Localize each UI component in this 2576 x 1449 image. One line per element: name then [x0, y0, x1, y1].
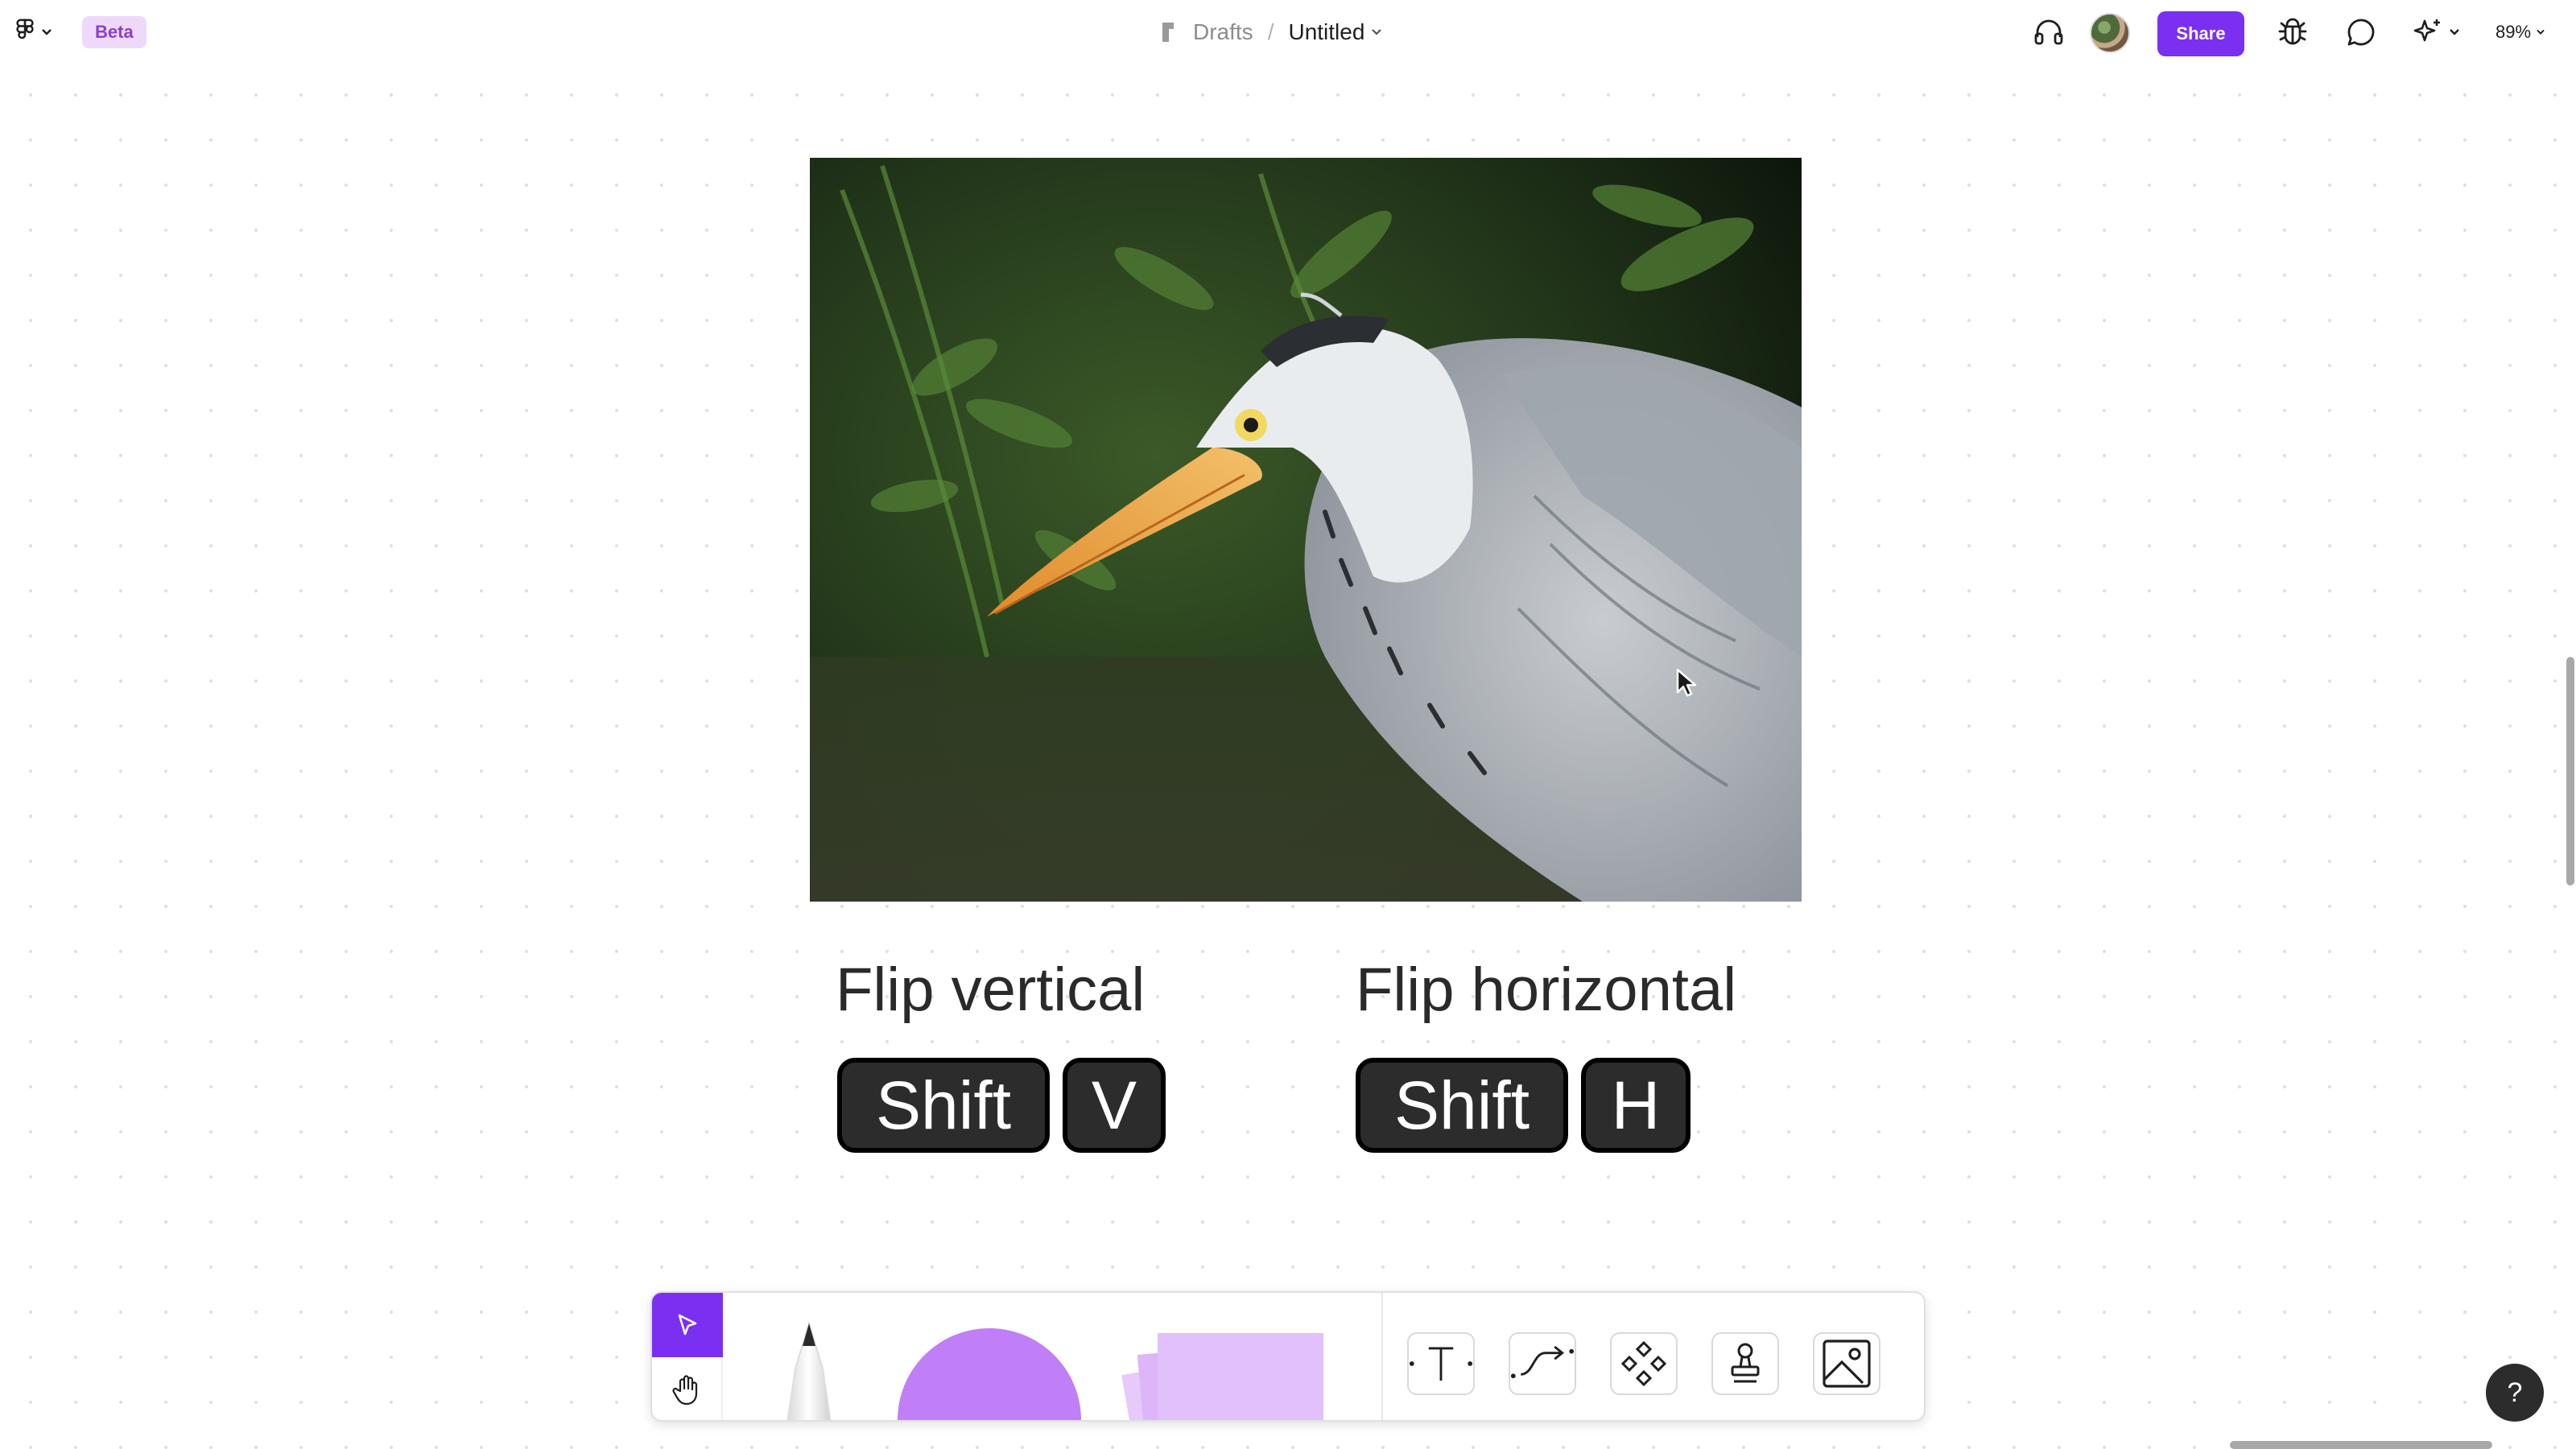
user-avatar[interactable]	[2090, 13, 2130, 53]
audio-headphones-button[interactable]	[2029, 14, 2069, 50]
move-tool-button[interactable]	[652, 1293, 723, 1357]
hand-icon	[672, 1375, 698, 1406]
breadcrumb-drafts-link[interactable]: Drafts	[1193, 19, 1253, 45]
flip-vertical-label[interactable]: Flip vertical	[836, 955, 1145, 1025]
zoom-level-dropdown[interactable]: 89%	[2496, 16, 2545, 48]
heron-photo[interactable]	[810, 158, 1802, 902]
toolbar-divider	[1381, 1293, 1383, 1420]
component-diamonds-icon	[1620, 1340, 1667, 1387]
vertical-scrollbar[interactable]	[2566, 657, 2574, 886]
breadcrumb-separator: /	[1267, 19, 1274, 44]
connector-tool-button[interactable]	[1497, 1322, 1587, 1406]
mouse-cursor-icon	[1676, 668, 1697, 697]
zoom-level-text: 89%	[2496, 22, 2532, 42]
pointer-arrow-icon	[678, 1314, 697, 1335]
text-tool-frame	[1407, 1332, 1475, 1395]
image-icon	[1823, 1340, 1871, 1388]
sticky-note-icon	[1121, 1333, 1323, 1420]
headphones-icon	[2034, 19, 2063, 45]
chevron-down-icon[interactable]	[1371, 28, 1382, 36]
comment-bubble-icon	[2347, 19, 2375, 46]
stamp-tool-button[interactable]	[1700, 1322, 1790, 1406]
share-button[interactable]: Share	[2157, 11, 2244, 56]
chevron-down-icon	[2537, 29, 2545, 35]
breadcrumb: Drafts / Untitled	[1159, 16, 1382, 48]
image-tool-frame	[1813, 1332, 1880, 1395]
connector-arrow-icon	[1510, 1345, 1575, 1379]
pen-icon	[786, 1320, 832, 1420]
connector-tool-frame	[1509, 1332, 1576, 1395]
main-menu-button[interactable]	[8, 14, 60, 50]
figma-logo-icon	[16, 19, 34, 39]
ai-actions-button[interactable]	[2407, 13, 2465, 52]
circle-shape-icon	[898, 1328, 1081, 1420]
chevron-down-icon	[2450, 29, 2459, 35]
sticky-note-tool-button[interactable]	[1117, 1315, 1327, 1420]
sparkle-icon	[2413, 19, 2440, 42]
heron-image	[810, 158, 1802, 902]
chevron-down-icon	[42, 29, 52, 35]
components-tool-button[interactable]	[1599, 1322, 1689, 1406]
stamp-tool-frame	[1711, 1332, 1779, 1395]
bug-report-button[interactable]	[2272, 13, 2314, 52]
bug-icon	[2278, 18, 2307, 45]
v-key-cap[interactable]: V	[1063, 1058, 1166, 1153]
horizontal-scrollbar[interactable]	[2230, 1441, 2492, 1449]
top-bar: Beta Drafts / Untitled Share 89%	[0, 0, 2576, 64]
stamp-icon	[1731, 1343, 1760, 1383]
h-key-cap[interactable]: H	[1581, 1058, 1690, 1153]
help-button[interactable]: ?	[2486, 1364, 2544, 1422]
pen-tool-button[interactable]	[765, 1317, 853, 1420]
image-tool-button[interactable]	[1802, 1322, 1892, 1406]
comments-button[interactable]	[2343, 14, 2380, 50]
text-tool-button[interactable]	[1396, 1322, 1486, 1406]
flip-horizontal-label[interactable]: Flip horizontal	[1356, 955, 1736, 1025]
components-tool-frame	[1610, 1332, 1678, 1395]
shape-tool-button[interactable]	[897, 1317, 1082, 1420]
shift-key-cap[interactable]: Shift	[837, 1058, 1050, 1153]
shift-key-cap[interactable]: Shift	[1356, 1058, 1568, 1153]
bottom-toolbar	[650, 1291, 1926, 1422]
hand-tool-button[interactable]	[652, 1357, 723, 1420]
text-t-icon	[1409, 1347, 1473, 1381]
beta-badge: Beta	[82, 16, 147, 48]
file-title[interactable]: Untitled	[1288, 19, 1364, 45]
file-icon	[1162, 23, 1174, 42]
